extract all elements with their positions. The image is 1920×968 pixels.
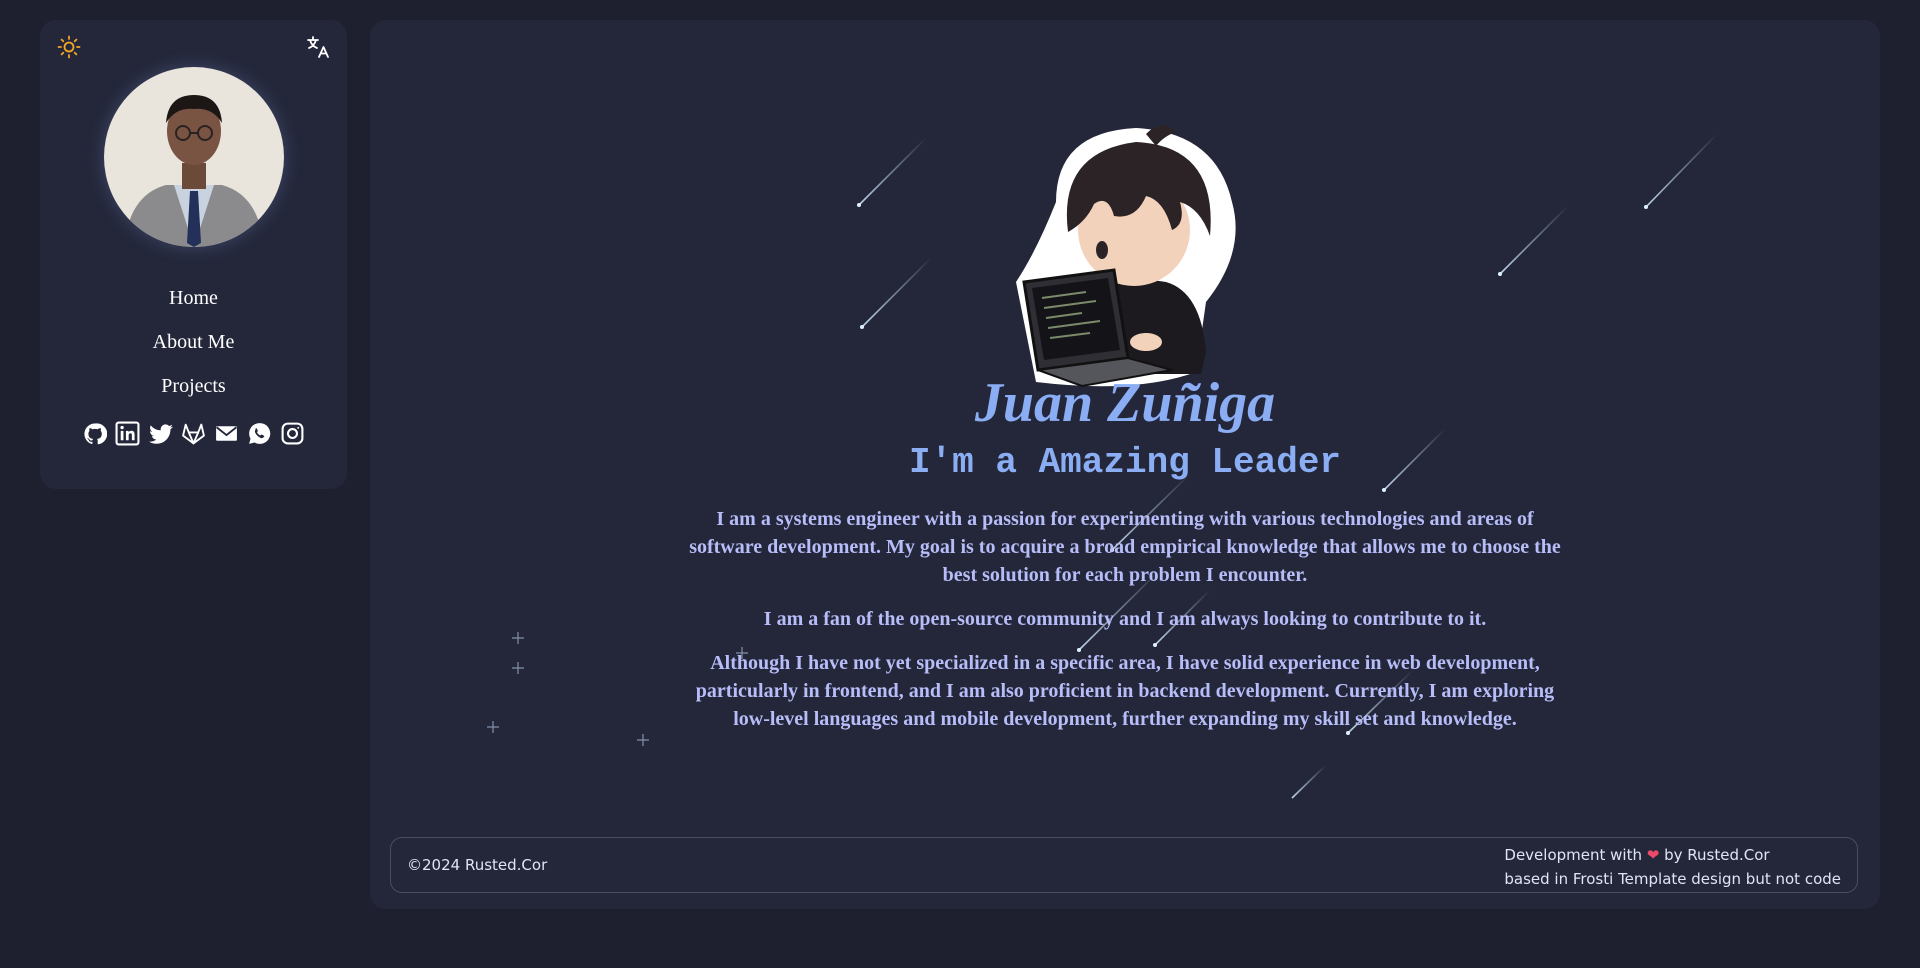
- instagram-icon[interactable]: [279, 420, 306, 447]
- footer-template-note: based in Frosti Template design but not …: [1504, 870, 1841, 888]
- hero-tagline: I'm a Amazing Leader: [908, 442, 1342, 483]
- heart-icon: ❤: [1646, 846, 1660, 864]
- mail-icon[interactable]: [213, 420, 240, 447]
- bio-paragraph: I am a fan of the open-source community …: [763, 608, 1487, 630]
- avatar: [104, 67, 284, 247]
- nav-about-me[interactable]: About Me: [153, 320, 235, 364]
- footer-credits: Development with ❤ by Rusted.Cor based i…: [1504, 843, 1841, 891]
- footer: ©2024 Rusted.Cor Development with ❤ by R…: [390, 837, 1858, 893]
- hero-bio: I am a systems engineer with a passion f…: [685, 505, 1565, 749]
- linkedin-icon[interactable]: [114, 420, 141, 447]
- nav-projects[interactable]: Projects: [161, 364, 225, 408]
- hero-name: Juan Zuñiga: [974, 372, 1276, 434]
- nav-home[interactable]: Home: [169, 276, 218, 320]
- footer-credit-line: Development with ❤ by Rusted.Cor: [1504, 843, 1841, 867]
- whatsapp-icon[interactable]: [246, 420, 273, 447]
- bio-paragraph: Although I have not yet specialized in a…: [695, 652, 1555, 730]
- sun-icon[interactable]: [54, 32, 84, 62]
- main-content: Juan Zuñiga I'm a Amazing Leader I am a …: [370, 20, 1880, 909]
- github-icon[interactable]: [81, 420, 108, 447]
- credit-suffix: by Rusted.Cor: [1664, 846, 1770, 864]
- footer-copyright: ©2024 Rusted.Cor: [407, 856, 548, 874]
- social-links: [40, 420, 347, 447]
- hero-chibi-illustration: [996, 112, 1256, 394]
- translate-icon[interactable]: [303, 32, 333, 62]
- gitlab-icon[interactable]: [180, 420, 207, 447]
- sidebar: Home About Me Projects: [40, 20, 347, 489]
- twitter-icon[interactable]: [147, 420, 174, 447]
- sidebar-nav: Home About Me Projects: [40, 276, 347, 408]
- bio-paragraph: I am a systems engineer with a passion f…: [689, 508, 1561, 586]
- credit-prefix: Development with: [1504, 846, 1642, 864]
